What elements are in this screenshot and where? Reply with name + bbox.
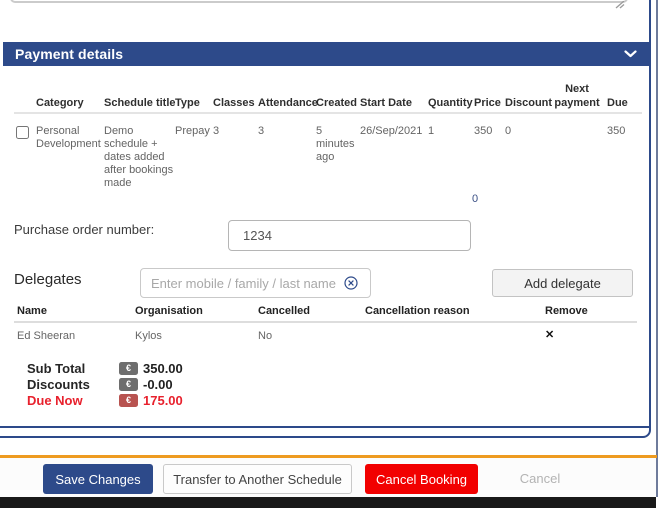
cell-price: 350 (474, 125, 492, 138)
cancel-button[interactable]: Cancel (505, 464, 575, 494)
due-now-label: Due Now (27, 393, 83, 408)
subtotal-label: Sub Total (27, 361, 85, 376)
col-header-created: Created (316, 96, 357, 110)
bottom-taskbar (0, 497, 656, 508)
clear-search-icon[interactable] (344, 276, 358, 290)
booking-row-checkbox[interactable] (16, 126, 29, 139)
cell-start-date: 26/Sep/2021 (360, 125, 422, 138)
col-header-schedule: Schedule title (104, 96, 176, 110)
delegates-header-divider (14, 321, 637, 323)
cell-attendance: 3 (258, 125, 264, 138)
dg-col-cancel-reason: Cancellation reason (365, 305, 470, 317)
add-delegate-button[interactable]: Add delegate (492, 269, 633, 297)
chevron-down-icon[interactable] (624, 50, 637, 58)
payment-details-header[interactable]: Payment details (3, 42, 649, 66)
delegates-label: Delegates (14, 271, 82, 288)
dg-col-remove: Remove (545, 305, 588, 317)
dg-col-cancelled: Cancelled (258, 305, 310, 317)
cell-due: 350 (607, 125, 625, 138)
col-header-start-date: Start Date (360, 96, 412, 110)
dg-col-organisation: Organisation (135, 305, 203, 317)
dg-col-name: Name (17, 305, 47, 317)
cell-category: Personal Development (36, 125, 100, 151)
delegate-organisation: Kylos (135, 330, 162, 342)
euro-badge: € (119, 378, 138, 391)
euro-badge: € (119, 362, 138, 375)
table-header-divider (14, 112, 642, 114)
booking-modal-screen: Payment details Category Schedule title … (0, 0, 663, 508)
cell-type: Prepay (175, 125, 210, 138)
cell-classes: 3 (213, 125, 219, 138)
due-now-value: 175.00 (143, 393, 183, 408)
cell-quantity: 1 (428, 125, 434, 138)
purchase-order-label: Purchase order number: (14, 222, 154, 237)
col-header-category: Category (36, 96, 84, 110)
delegate-name: Ed Sheeran (17, 330, 75, 342)
delegate-search-input[interactable] (140, 268, 371, 298)
col-header-price: Price (474, 96, 501, 110)
payment-details-title: Payment details (15, 46, 123, 62)
cell-schedule: Demo schedule + dates added after bookin… (104, 125, 177, 190)
col-header-type: Type (175, 96, 200, 110)
remove-delegate-icon[interactable]: ✕ (545, 328, 554, 341)
subtotal-value: 350.00 (143, 361, 183, 376)
discounts-value: -0.00 (143, 377, 173, 392)
purchase-order-input[interactable] (228, 220, 471, 251)
col-header-attendance: Attendance (258, 96, 318, 110)
cell-discount: 0 (505, 125, 511, 138)
euro-badge: € (119, 394, 138, 407)
col-header-due: Due (607, 96, 628, 110)
col-header-classes: Classes (213, 96, 255, 110)
delegate-cancelled: No (258, 330, 272, 342)
col-header-next-payment: Next payment (552, 82, 602, 110)
col-header-discount: Discount (505, 96, 552, 110)
section-bottom-border (0, 426, 649, 428)
cancel-booking-button[interactable]: Cancel Booking (365, 464, 478, 494)
cell-created: 5 minutes ago (316, 125, 356, 164)
transfer-schedule-button[interactable]: Transfer to Another Schedule (163, 464, 352, 494)
table-summary-zero: 0 (472, 193, 478, 205)
discounts-label: Discounts (27, 377, 90, 392)
col-header-quantity: Quantity (428, 96, 473, 110)
save-changes-button[interactable]: Save Changes (43, 464, 153, 494)
page-right-edge (656, 0, 658, 497)
